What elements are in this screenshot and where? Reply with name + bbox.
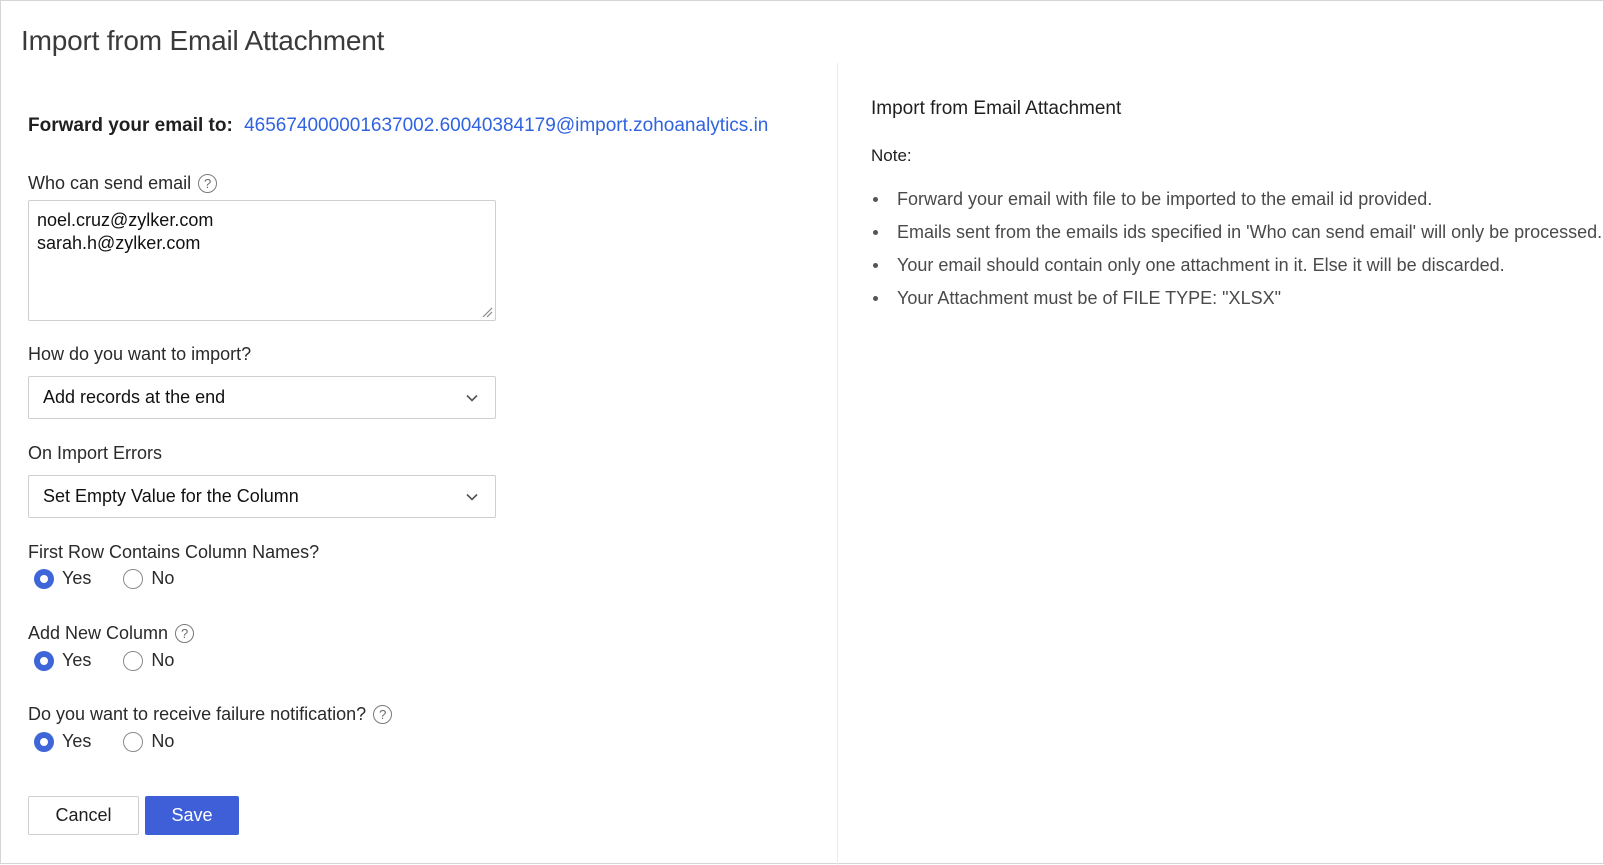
- forward-address-link[interactable]: 465674000001637002.60040384179@import.zo…: [244, 115, 768, 136]
- failure-notify-yes-label: Yes: [62, 731, 92, 751]
- note-label: Note:: [871, 146, 912, 165]
- on-errors-value: Set Empty Value for the Column: [43, 486, 299, 506]
- note-item: Forward your email with file to be impor…: [871, 187, 1601, 220]
- add-column-yes-label: Yes: [62, 650, 92, 670]
- failure-notify-radio-group: Yes No: [34, 731, 206, 752]
- resize-grip-icon[interactable]: [481, 306, 493, 318]
- forward-label: Forward your email to:: [28, 115, 233, 136]
- import-mode-value: Add records at the end: [43, 387, 226, 407]
- note-item: Your Attachment must be of FILE TYPE: "X…: [871, 286, 1601, 319]
- question-circle-icon[interactable]: ?: [175, 624, 195, 643]
- failure-notify-no-radio[interactable]: [123, 731, 144, 752]
- failure-notify-yes-radio[interactable]: [34, 731, 54, 752]
- cancel-button[interactable]: Cancel: [28, 796, 139, 835]
- first-row-no-radio[interactable]: [123, 568, 144, 589]
- email-line: noel.cruz@zylker.com: [37, 210, 214, 230]
- question-circle-icon[interactable]: ?: [373, 705, 393, 724]
- import-mode-select[interactable]: Add records at the end: [28, 376, 496, 419]
- add-column-radio-group: Yes No: [34, 650, 206, 671]
- add-column-yes-radio[interactable]: [34, 650, 54, 671]
- note-list: Forward your email with file to be impor…: [871, 187, 1602, 319]
- who-can-send-label-text: Who can send email: [28, 173, 192, 193]
- first-row-label: First Row Contains Column Names?: [28, 542, 320, 562]
- on-errors-label: On Import Errors: [28, 443, 163, 463]
- first-row-no-label: No: [151, 568, 175, 588]
- failure-notify-no-label: No: [151, 731, 175, 751]
- chevron-down-icon: [466, 493, 478, 501]
- forward-row: Forward your email to: 46567400000163700…: [28, 115, 768, 137]
- first-row-yes-label: Yes: [62, 568, 92, 588]
- first-row-yes-radio[interactable]: [34, 568, 54, 589]
- help-title: Import from Email Attachment: [871, 98, 1122, 119]
- failure-notify-label: Do you want to receive failure notificat…: [28, 704, 393, 725]
- add-column-no-label: No: [151, 650, 175, 670]
- add-column-no-radio[interactable]: [123, 650, 144, 671]
- chevron-down-icon: [466, 394, 478, 402]
- failure-notify-yes-option[interactable]: Yes: [34, 731, 91, 752]
- who-can-send-label: Who can send email ?: [28, 173, 218, 194]
- first-row-radio-group: Yes No: [34, 568, 206, 589]
- who-can-send-textarea[interactable]: noel.cruz@zylker.com sarah.h@zylker.com: [28, 200, 496, 321]
- save-button[interactable]: Save: [145, 796, 239, 835]
- note-item: Your email should contain only one attac…: [871, 253, 1601, 286]
- import-mode-label: How do you want to import?: [28, 344, 252, 364]
- page-title: Import from Email Attachment: [21, 25, 385, 56]
- first-row-no-option[interactable]: No: [123, 568, 174, 589]
- question-circle-icon[interactable]: ?: [198, 174, 218, 193]
- email-line: sarah.h@zylker.com: [37, 233, 201, 253]
- panel-divider: [837, 63, 838, 865]
- first-row-yes-option[interactable]: Yes: [34, 568, 91, 589]
- add-column-label-text: Add New Column: [28, 623, 169, 643]
- note-item: Emails sent from the emails ids specifie…: [871, 220, 1602, 253]
- add-column-no-option[interactable]: No: [123, 650, 174, 671]
- failure-notify-no-option[interactable]: No: [123, 731, 174, 752]
- import-dialog: Import from Email Attachment Forward you…: [0, 0, 1604, 865]
- failure-notify-label-text: Do you want to receive failure notificat…: [28, 704, 367, 724]
- on-errors-select[interactable]: Set Empty Value for the Column: [28, 475, 496, 518]
- add-column-yes-option[interactable]: Yes: [34, 650, 91, 671]
- add-column-label: Add New Column ?: [28, 623, 195, 644]
